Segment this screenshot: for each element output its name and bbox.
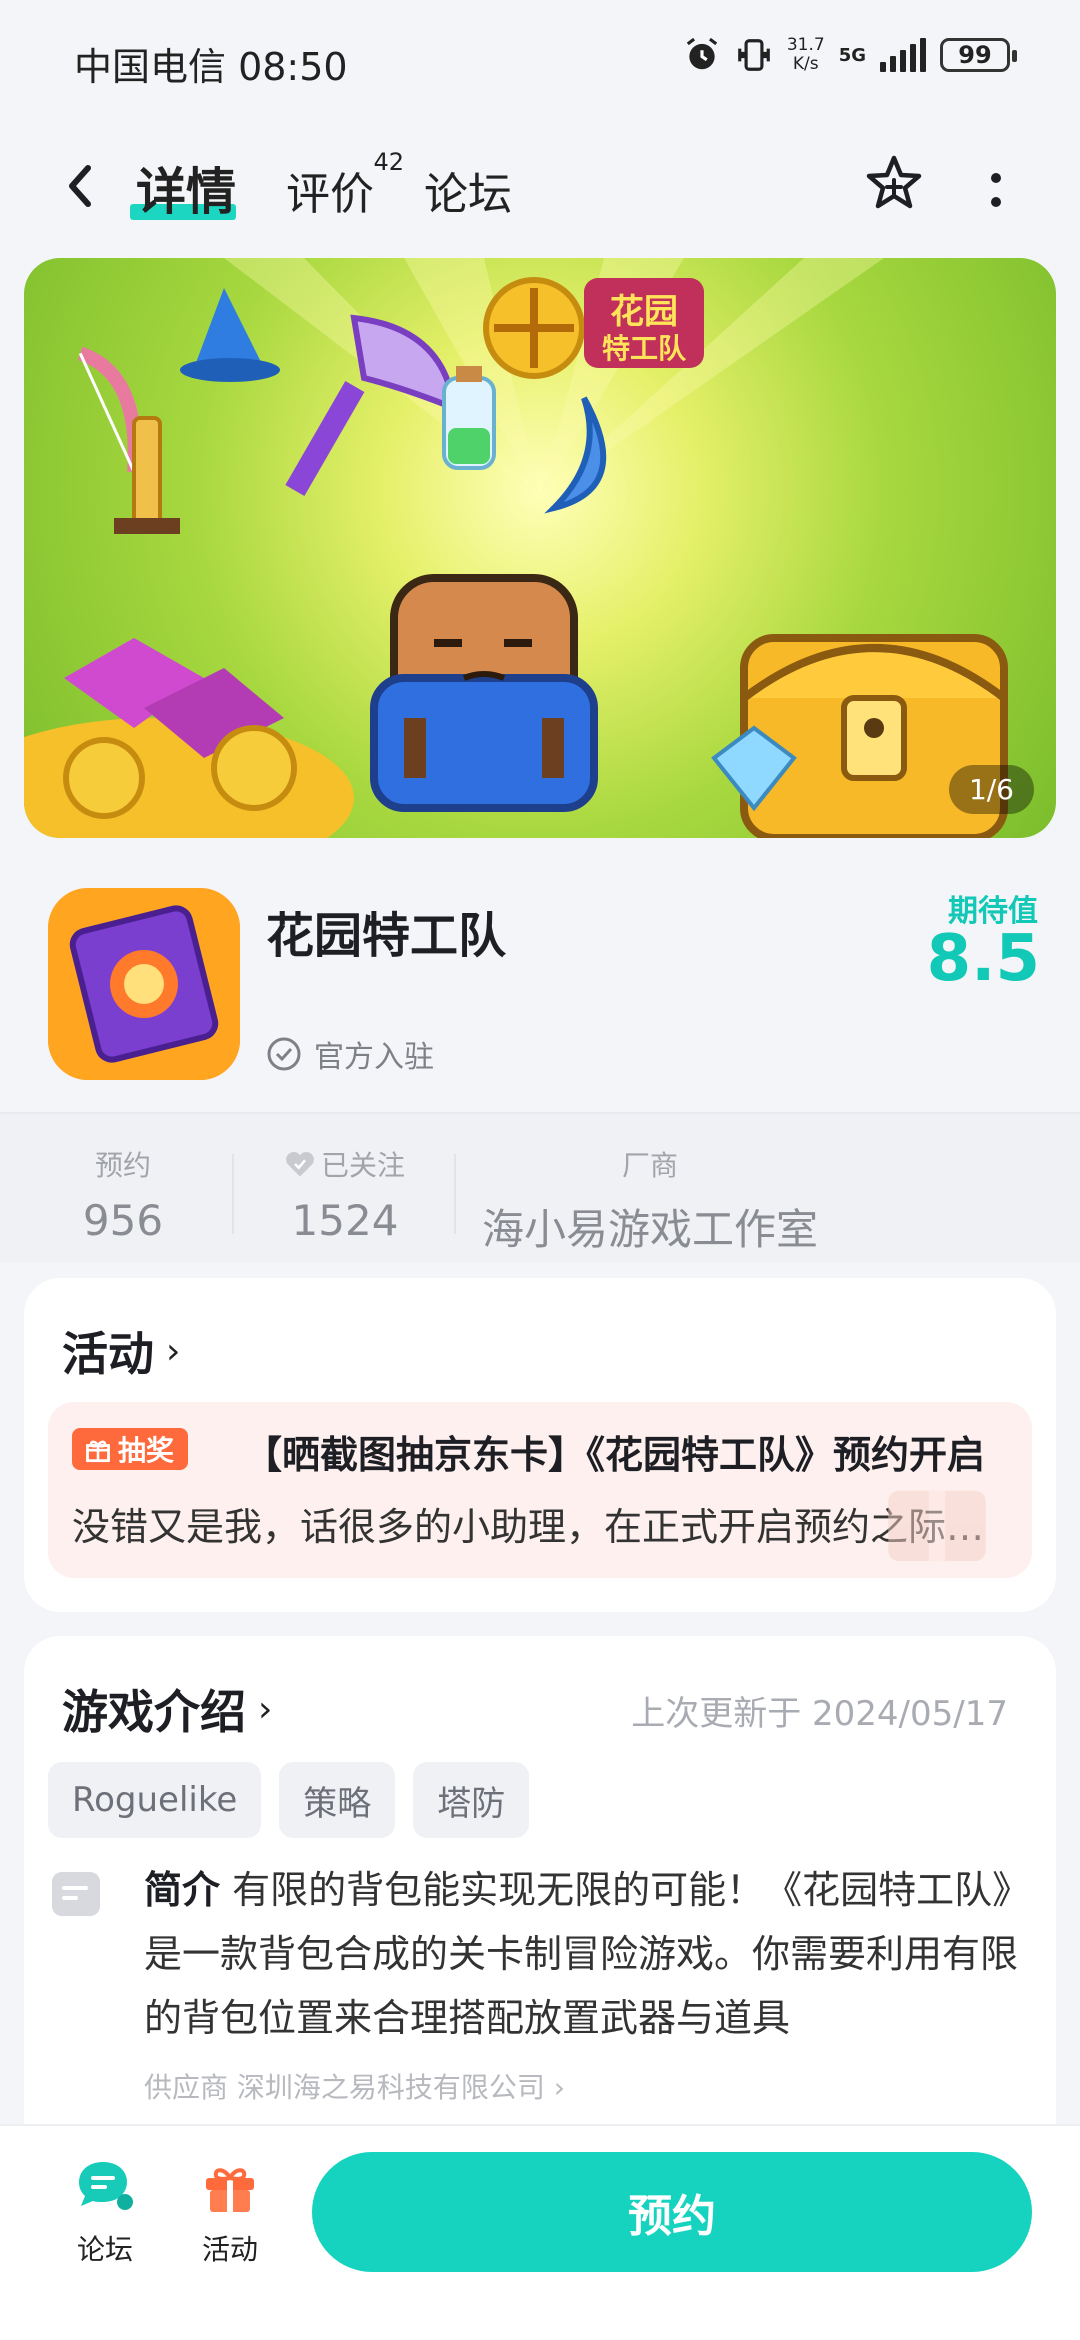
- supplier-link[interactable]: 供应商 深圳海之易科技有限公司 ›: [144, 2066, 565, 2106]
- tag-strategy[interactable]: 策略: [279, 1762, 396, 1838]
- backpack-character: [370, 574, 598, 812]
- reserve-button[interactable]: 预约: [312, 2152, 1032, 2272]
- expect-value: 8.5: [926, 922, 1040, 996]
- chevron-right-icon: ›: [258, 1688, 273, 1730]
- promo-item[interactable]: 抽奖 【晒截图抽京东卡】《花园特工队》预约开启 没错又是我，话很多的小助理，在正…: [48, 1402, 1032, 1578]
- chat-bubble-icon: [79, 2162, 133, 2210]
- sword-item: [114, 416, 180, 534]
- gift-decoration-icon: [888, 1490, 986, 1562]
- activity-card: 活动 › 抽奖 【晒截图抽京东卡】《花园特工队》预约开启 没错又是我，话很多的小助…: [24, 1278, 1056, 1612]
- official-badge: 官方入驻: [266, 1032, 434, 1076]
- game-logo: 花园特工队: [584, 278, 704, 368]
- more-options-icon[interactable]: [976, 160, 1016, 220]
- banner-carousel[interactable]: 花园 特工队 1/6: [24, 258, 1056, 838]
- gift-icon: [86, 1440, 110, 1463]
- heart-icon: [286, 1151, 314, 1177]
- banner-artwork: 花园特工队: [24, 258, 1008, 838]
- treasure-pile: [24, 638, 354, 838]
- intro-text[interactable]: 简介 有限的背包能实现无限的可能！《花园特工队》是一款背包合成的关卡制冒险游戏。…: [144, 1858, 1024, 2050]
- description-icon: [52, 1872, 100, 1916]
- stat-follow[interactable]: 已关注 1524: [270, 1144, 420, 1245]
- chevron-right-icon: ›: [166, 1330, 181, 1372]
- top-nav: 详情 评价 42 论坛: [0, 130, 1080, 240]
- signal-icon: [880, 38, 926, 72]
- activity-button[interactable]: 活动: [180, 2156, 280, 2268]
- network-type: 5G: [838, 44, 866, 66]
- last-updated: 上次更新于 2024/05/17: [631, 1694, 1008, 1734]
- banner-counter: 1/6: [948, 765, 1034, 814]
- status-bar: 中国电信 08:50 31.7 K/s 5G 99: [0, 0, 1080, 120]
- svg-text:花园: 花园: [610, 292, 678, 332]
- app-name: 花园特工队: [266, 908, 507, 964]
- review-count: 42: [373, 148, 404, 176]
- verified-check-icon: [267, 1037, 301, 1071]
- lottery-badge: 抽奖: [72, 1428, 189, 1470]
- battery-icon: 99: [940, 38, 1017, 72]
- potion-item: [442, 366, 496, 470]
- back-arrow-icon[interactable]: [56, 156, 106, 216]
- bottom-action-bar: 论坛 活动 预约: [0, 2124, 1080, 2340]
- status-icons: 31.7 K/s 5G 99: [683, 35, 1017, 74]
- alarm-icon: [686, 37, 718, 70]
- favorite-star-icon[interactable]: [862, 152, 926, 216]
- tab-detail[interactable]: 详情: [130, 152, 236, 224]
- vibrate-icon: [737, 39, 770, 71]
- tag-roguelike[interactable]: Roguelike: [48, 1762, 262, 1838]
- tab-review[interactable]: 评价 42: [286, 148, 404, 222]
- tab-forum[interactable]: 论坛: [424, 158, 512, 222]
- magic-book-icon: [48, 888, 240, 1080]
- compass-item: [483, 277, 585, 379]
- forum-button[interactable]: 论坛: [55, 2156, 155, 2268]
- tag-list: Roguelike 策略 塔防: [48, 1762, 530, 1838]
- svg-text:特工队: 特工队: [602, 332, 687, 365]
- divider: [454, 1154, 456, 1234]
- net-speed: 31.7 K/s: [786, 35, 825, 74]
- promo-description: 没错又是我，话很多的小助理，在正式开启预约之际来和大家说几句: [72, 1505, 1012, 1549]
- app-header: 花园特工队 官方入驻 期待值 8.5: [0, 860, 1080, 1110]
- tag-tower-defense[interactable]: 塔防: [413, 1762, 530, 1838]
- gift-box-icon: [206, 2168, 254, 2212]
- activity-header[interactable]: 活动 ›: [62, 1318, 180, 1384]
- stat-vendor[interactable]: 厂商 海小易游戏工作室: [480, 1144, 820, 1257]
- carrier-time: 中国电信 08:50: [74, 45, 348, 89]
- intro-header[interactable]: 游戏介绍 ›: [62, 1676, 272, 1742]
- divider: [232, 1154, 234, 1234]
- app-icon[interactable]: [48, 888, 240, 1080]
- stats-row: 预约 956 已关注 1524 厂商 海小易游戏工作室: [0, 1112, 1080, 1262]
- wizard-hat-item: [180, 288, 280, 382]
- stat-reserve: 预约 956: [82, 1149, 164, 1245]
